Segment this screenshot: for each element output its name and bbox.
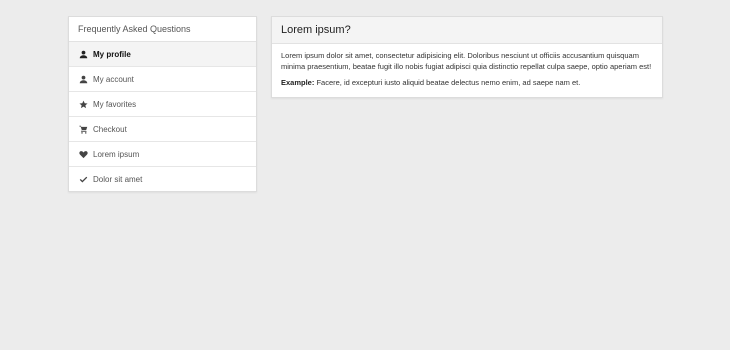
- star-icon: [79, 100, 88, 109]
- panel-body: Lorem ipsum dolor sit amet, consectetur …: [272, 44, 662, 97]
- sidebar-title: Frequently Asked Questions: [69, 17, 256, 42]
- sidebar-item-label: My account: [93, 74, 134, 84]
- sidebar-item-my-account[interactable]: My account: [69, 67, 256, 92]
- example-label: Example:: [281, 78, 315, 87]
- check-icon: [79, 175, 88, 184]
- page: Frequently Asked Questions My profile My…: [0, 0, 730, 350]
- example-paragraph: Example: Facere, id excepturi iusto aliq…: [281, 78, 653, 89]
- faq-answer-panel: Lorem ipsum? Lorem ipsum dolor sit amet,…: [271, 16, 663, 98]
- person-icon: [79, 50, 88, 59]
- faq-sidebar: Frequently Asked Questions My profile My…: [68, 16, 257, 192]
- sidebar-item-my-favorites[interactable]: My favorites: [69, 92, 256, 117]
- sidebar-item-checkout[interactable]: Checkout: [69, 117, 256, 142]
- sidebar-item-label: My profile: [93, 49, 131, 59]
- cart-icon: [79, 125, 88, 134]
- sidebar-item-lorem-ipsum[interactable]: Lorem ipsum: [69, 142, 256, 167]
- sidebar-item-label: Lorem ipsum: [93, 149, 140, 159]
- panel-title: Lorem ipsum?: [272, 17, 662, 44]
- answer-paragraph: Lorem ipsum dolor sit amet, consectetur …: [281, 51, 652, 71]
- sidebar-item-label: Checkout: [93, 124, 127, 134]
- sidebar-item-my-profile[interactable]: My profile: [69, 42, 256, 67]
- sidebar-item-dolor-sit-amet[interactable]: Dolor sit amet: [69, 167, 256, 191]
- heart-icon: [79, 150, 88, 159]
- sidebar-item-label: My favorites: [93, 99, 137, 109]
- person-icon: [79, 75, 88, 84]
- sidebar-item-label: Dolor sit amet: [93, 174, 143, 184]
- example-text: Facere, id excepturi iusto aliquid beata…: [314, 78, 581, 87]
